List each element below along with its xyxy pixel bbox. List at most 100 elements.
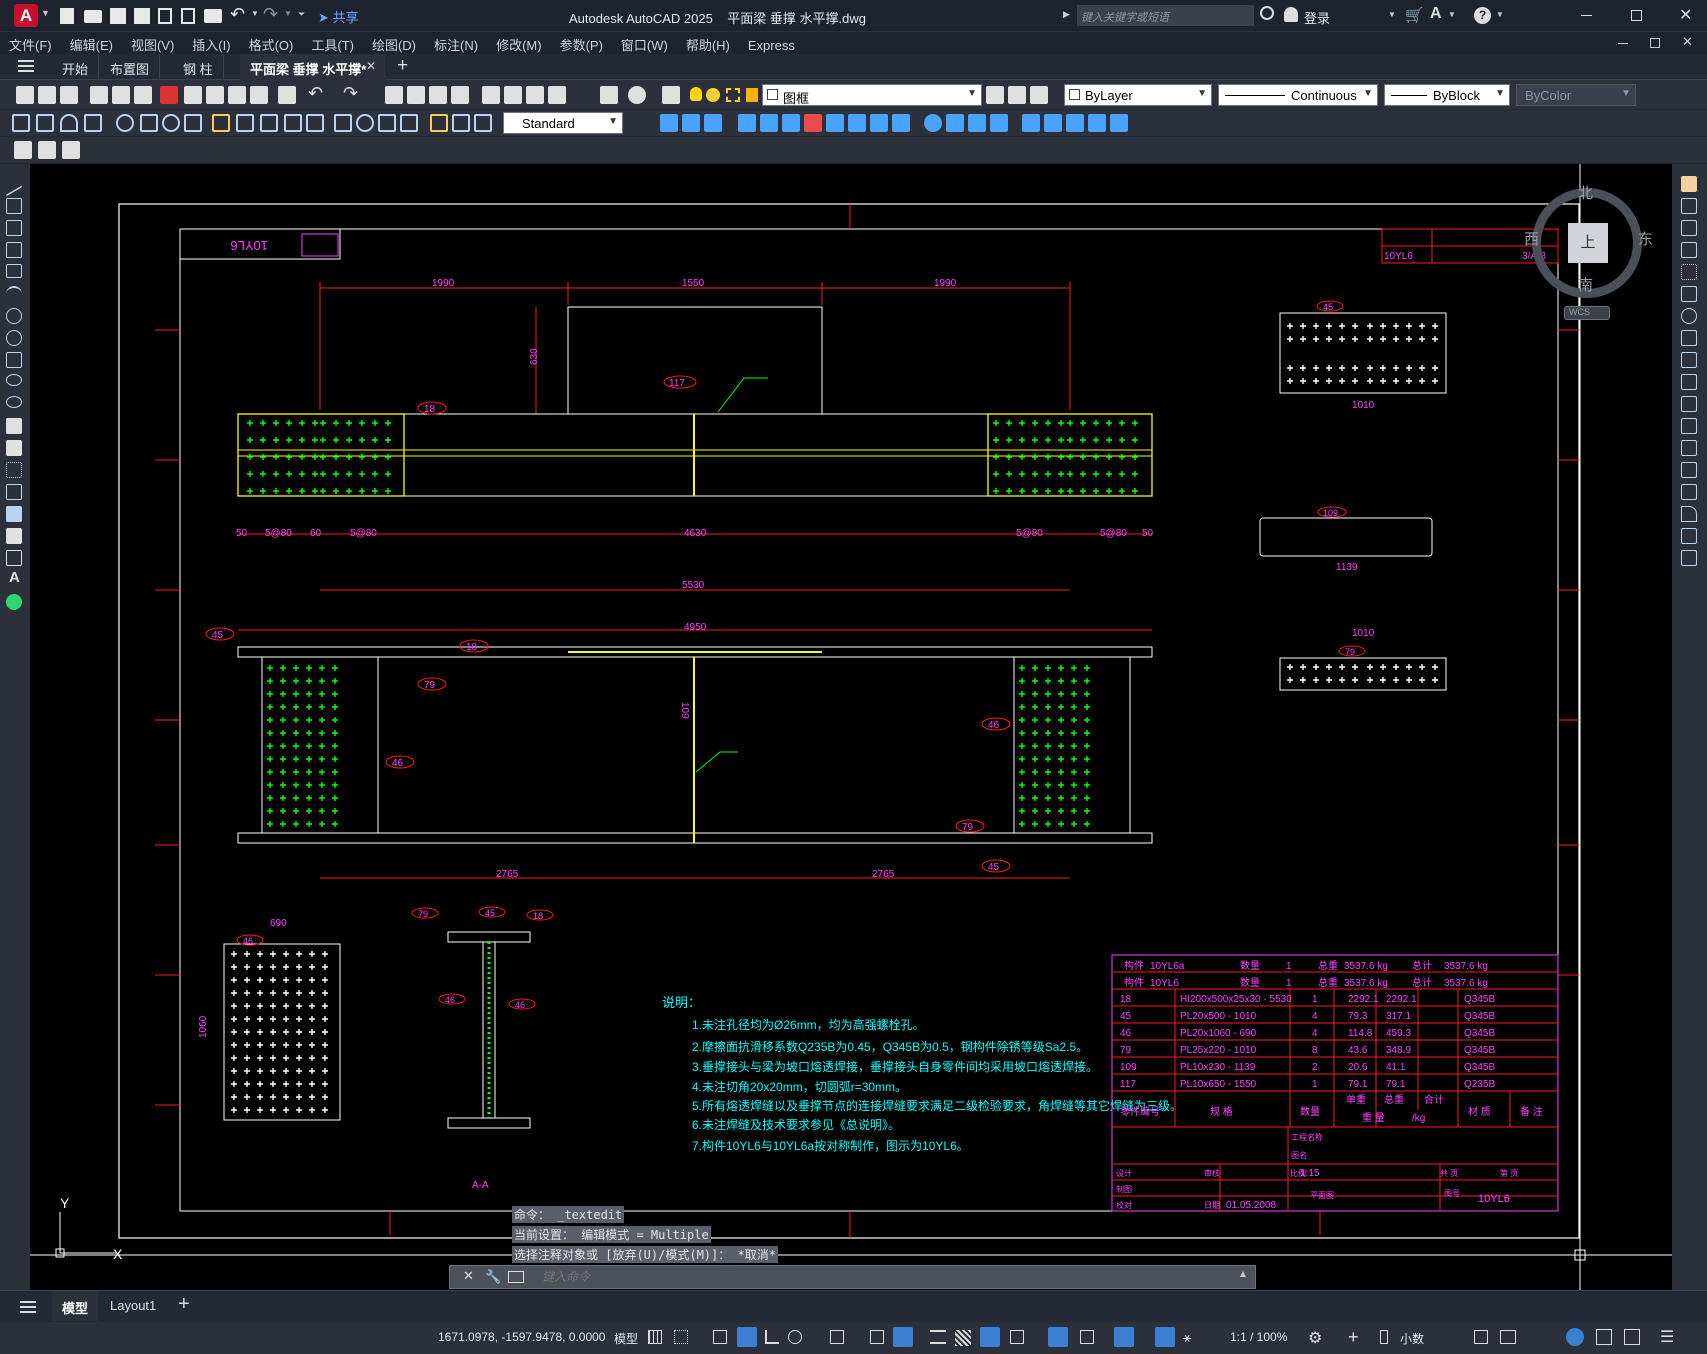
search-icon[interactable]: [1260, 6, 1274, 20]
command-input[interactable]: [542, 1268, 1192, 1286]
design-center-icon[interactable]: [504, 86, 522, 104]
app-menu-button[interactable]: A: [14, 4, 38, 27]
presspull-icon[interactable]: [848, 114, 866, 132]
annotation-scale[interactable]: 1:1 / 100%: [1230, 1330, 1287, 1344]
3d-osnap-icon[interactable]: [1010, 1330, 1024, 1344]
tab-layout-plan[interactable]: 布置图: [100, 54, 161, 80]
zoom-previous-icon[interactable]: [451, 86, 469, 104]
drawing-canvas[interactable]: 10YL6 10YL6 3/A-8 1990 1550 1990 630 463…: [30, 164, 1672, 1290]
extend-icon[interactable]: [1681, 396, 1697, 412]
flatshot-icon[interactable]: [990, 114, 1008, 132]
plot-icon[interactable]: [204, 9, 222, 23]
imprint-icon[interactable]: [1088, 114, 1106, 132]
diameter-dimension-icon[interactable]: [162, 114, 180, 132]
gradient-icon[interactable]: [6, 506, 22, 522]
continue-dimension-icon[interactable]: [260, 114, 278, 132]
clean-screen-icon[interactable]: [1624, 1329, 1640, 1345]
polar-tracking-icon[interactable]: [788, 1330, 802, 1344]
arc-length-icon[interactable]: [60, 114, 78, 132]
aligned-dimension-icon[interactable]: [36, 114, 54, 132]
workspace-switch-icon[interactable]: ⚙: [1308, 1328, 1322, 1348]
pan-icon[interactable]: [385, 86, 403, 104]
intersect-icon[interactable]: [826, 114, 844, 132]
arc-icon[interactable]: [6, 286, 22, 302]
subtract-icon[interactable]: [804, 114, 822, 132]
section-plane-icon[interactable]: [968, 114, 986, 132]
revolve-icon[interactable]: [760, 114, 778, 132]
tab-start[interactable]: 开始: [52, 54, 100, 80]
layer-thaw-icon[interactable]: [706, 88, 720, 102]
insert-block-icon[interactable]: [6, 418, 22, 434]
coordinates-readout[interactable]: 1671.0978, -1597.9478, 0.0000: [438, 1330, 605, 1344]
jogged-linear-icon[interactable]: [400, 114, 418, 132]
lock-ui-icon[interactable]: [1500, 1330, 1516, 1344]
dimension-edit-icon[interactable]: [430, 114, 448, 132]
tool-palettes-icon[interactable]: [526, 86, 544, 104]
sweep-icon[interactable]: [782, 114, 800, 132]
polygon-icon[interactable]: [6, 242, 22, 258]
help-icon[interactable]: ?: [1474, 7, 1491, 24]
trim-icon[interactable]: [1681, 374, 1697, 390]
revision-cloud-icon[interactable]: [6, 330, 22, 346]
lineweight-dropdown[interactable]: ByBlock ▼: [1384, 84, 1510, 106]
center-mark-icon[interactable]: [356, 114, 374, 132]
command-line[interactable]: ✕ 🔧 ▲: [449, 1265, 1256, 1289]
web-mobile-icon[interactable]: [158, 8, 172, 24]
inspection-icon[interactable]: [378, 114, 396, 132]
units-icon[interactable]: [1380, 1330, 1388, 1344]
menu-view[interactable]: 视图(V): [122, 32, 183, 54]
properties-icon[interactable]: [482, 86, 500, 104]
viewcube-west[interactable]: 西: [1524, 228, 1539, 249]
new-icon[interactable]: [16, 86, 34, 104]
infer-constraints-icon[interactable]: [713, 1330, 727, 1344]
doc-minimize-icon[interactable]: [1618, 43, 1628, 44]
help-dropdown-icon[interactable]: ▼: [1496, 10, 1504, 19]
color-dropdown[interactable]: ByLayer ▼: [1064, 84, 1212, 106]
selection-cycling-icon[interactable]: [980, 1327, 1000, 1347]
cylinder-icon[interactable]: [682, 114, 700, 132]
erase-icon[interactable]: [1681, 176, 1697, 192]
pdf-icon[interactable]: [160, 86, 178, 104]
undo-dropdown-icon[interactable]: ▼: [251, 9, 259, 18]
hardware-acceleration-icon[interactable]: [1596, 1329, 1612, 1345]
polyline-icon[interactable]: [6, 220, 22, 236]
auto-scale-icon[interactable]: ⚹: [1183, 1329, 1191, 1346]
separate-icon[interactable]: [1044, 114, 1062, 132]
undo-icon[interactable]: ↶: [308, 83, 323, 104]
search-arrow-icon[interactable]: ▶: [1063, 9, 1070, 20]
layer-states-manager-icon[interactable]: [62, 141, 80, 159]
quick-dimension-icon[interactable]: [212, 114, 230, 132]
export-icon[interactable]: [181, 8, 195, 24]
plot-icon[interactable]: [90, 86, 108, 104]
publish-icon[interactable]: [134, 86, 152, 104]
move-icon[interactable]: [1681, 286, 1697, 302]
command-customize-icon[interactable]: 🔧: [485, 1269, 501, 1285]
point-icon[interactable]: [6, 462, 22, 478]
menu-window[interactable]: 窗口(W): [612, 32, 677, 54]
menu-insert[interactable]: 插入(I): [183, 32, 239, 54]
dimension-break-icon[interactable]: [306, 114, 324, 132]
ortho-icon[interactable]: [765, 1330, 779, 1344]
redo-dropdown-icon[interactable]: ▼: [284, 9, 292, 18]
zoom-realtime-icon[interactable]: [407, 86, 425, 104]
fillet-icon[interactable]: [1681, 506, 1697, 522]
save-icon[interactable]: [60, 86, 78, 104]
tab-layout1[interactable]: Layout1: [100, 1291, 166, 1321]
dynamic-ucs-icon[interactable]: [1048, 1327, 1068, 1347]
grid-icon[interactable]: [648, 1330, 662, 1344]
break-at-point-icon[interactable]: [1681, 418, 1697, 434]
menu-edit[interactable]: 编辑(E): [61, 32, 122, 54]
model-space-toggle[interactable]: 模型: [614, 1330, 638, 1347]
command-scroll-icon[interactable]: ▲: [1238, 1269, 1248, 1280]
menu-tools[interactable]: 工具(T): [302, 32, 363, 54]
gizmo-icon[interactable]: [1114, 1327, 1134, 1347]
command-recent-icon[interactable]: [508, 1271, 524, 1283]
isometric-icon[interactable]: [830, 1330, 844, 1344]
dimension-update-icon[interactable]: [474, 114, 492, 132]
blend-curves-icon[interactable]: [1681, 528, 1697, 544]
match-properties-icon[interactable]: [250, 86, 268, 104]
baseline-dimension-icon[interactable]: [236, 114, 254, 132]
box-icon[interactable]: [660, 114, 678, 132]
add-selected-icon[interactable]: [6, 594, 22, 610]
menu-modify[interactable]: 修改(M): [487, 32, 551, 54]
